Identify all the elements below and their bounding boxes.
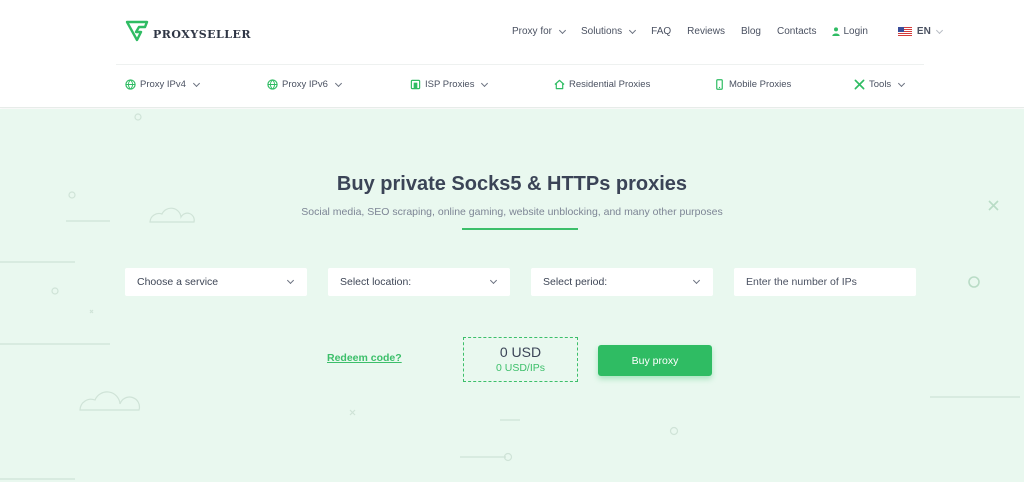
logo[interactable]: PROXYSELLER <box>125 19 251 43</box>
login-label: Login <box>843 26 868 37</box>
top-navigation: Proxy for Solutions FAQ Reviews Blog Con… <box>512 26 943 37</box>
ip-count-input[interactable]: Enter the number of IPs <box>734 268 916 296</box>
header-divider <box>116 64 924 65</box>
chevron-down-icon <box>629 26 637 34</box>
chevron-down-icon <box>192 79 200 87</box>
site-header: PROXYSELLER Proxy for Solutions FAQ Revi… <box>0 0 1024 108</box>
total-price: 0 USD <box>499 344 542 360</box>
subnav-proxy-ipv6-label: Proxy IPv6 <box>282 79 328 90</box>
location-select[interactable]: Select location: <box>328 268 510 296</box>
chevron-down-icon <box>898 79 906 87</box>
service-select-value: Choose a service <box>137 276 219 288</box>
home-icon <box>554 79 565 90</box>
subnav-isp-proxies-label: ISP Proxies <box>425 79 475 90</box>
login-link[interactable]: Login <box>832 26 868 37</box>
building-icon <box>410 79 421 90</box>
subnav-residential-proxies-label: Residential Proxies <box>569 79 651 90</box>
subnav-proxy-ipv4[interactable]: Proxy IPv4 <box>125 79 200 90</box>
nav-reviews-label: Reviews <box>687 26 725 37</box>
tools-icon <box>854 79 865 90</box>
title-underline <box>462 228 578 230</box>
service-select[interactable]: Choose a service <box>125 268 307 296</box>
language-selector[interactable]: EN <box>897 26 943 37</box>
nav-faq-label: FAQ <box>651 26 672 37</box>
user-icon <box>832 27 841 36</box>
subnav-proxy-ipv4-label: Proxy IPv4 <box>140 79 186 90</box>
chevron-down-icon <box>935 26 943 34</box>
chevron-down-icon <box>558 26 567 34</box>
us-flag-icon <box>897 27 912 36</box>
nav-reviews[interactable]: Reviews <box>687 26 725 37</box>
chevron-down-icon <box>489 276 498 285</box>
chevron-down-icon <box>692 276 701 285</box>
period-select-value: Select period: <box>543 276 608 288</box>
logo-text: PROXYSELLER <box>153 27 252 41</box>
subnav-proxy-ipv6[interactable]: Proxy IPv6 <box>267 79 342 90</box>
subnav-residential-proxies[interactable]: Residential Proxies <box>554 79 650 90</box>
nav-blog[interactable]: Blog <box>741 26 761 37</box>
price-per-ip: 0 USD/IPs <box>495 362 545 374</box>
subnav-isp-proxies[interactable]: ISP Proxies <box>410 79 489 90</box>
subnav-tools-label: Tools <box>869 79 892 90</box>
buy-proxy-button[interactable]: Buy proxy <box>598 345 712 376</box>
nav-faq[interactable]: FAQ <box>651 26 671 37</box>
nav-solutions-label: Solutions <box>581 26 623 37</box>
hero-section: Buy private Socks5 & HTTPs proxies Socia… <box>0 109 1024 482</box>
nav-proxy-for[interactable]: Proxy for <box>512 26 567 37</box>
price-summary: 0 USD 0 USD/IPs <box>463 337 578 382</box>
globe-icon <box>267 79 278 90</box>
subnav-tools[interactable]: Tools <box>854 79 906 90</box>
chevron-down-icon <box>481 79 489 87</box>
nav-contacts-label: Contacts <box>776 26 817 37</box>
product-navigation: Proxy IPv4 Proxy IPv6 ISP Proxies Reside… <box>125 79 915 93</box>
chevron-down-icon <box>334 79 342 87</box>
nav-contacts[interactable]: Contacts <box>777 26 816 37</box>
nav-solutions[interactable]: Solutions <box>581 26 637 37</box>
location-select-value: Select location: <box>340 276 412 288</box>
subnav-mobile-proxies[interactable]: Mobile Proxies <box>714 79 791 90</box>
globe-icon <box>125 79 136 90</box>
page-title: Buy private Socks5 & HTTPs proxies <box>336 173 688 195</box>
nav-proxy-for-label: Proxy for <box>512 26 553 37</box>
logo-icon <box>125 20 149 42</box>
chevron-down-icon <box>286 276 295 285</box>
subnav-mobile-proxies-label: Mobile Proxies <box>729 79 792 90</box>
period-select[interactable]: Select period: <box>531 268 713 296</box>
language-label: EN <box>916 26 931 37</box>
page-subtitle: Social media, SEO scraping, online gamin… <box>301 206 723 218</box>
redeem-code-link[interactable]: Redeem code? <box>327 352 402 364</box>
ip-count-placeholder: Enter the number of IPs <box>746 276 857 288</box>
nav-blog-label: Blog <box>740 26 761 37</box>
phone-icon <box>716 79 723 90</box>
